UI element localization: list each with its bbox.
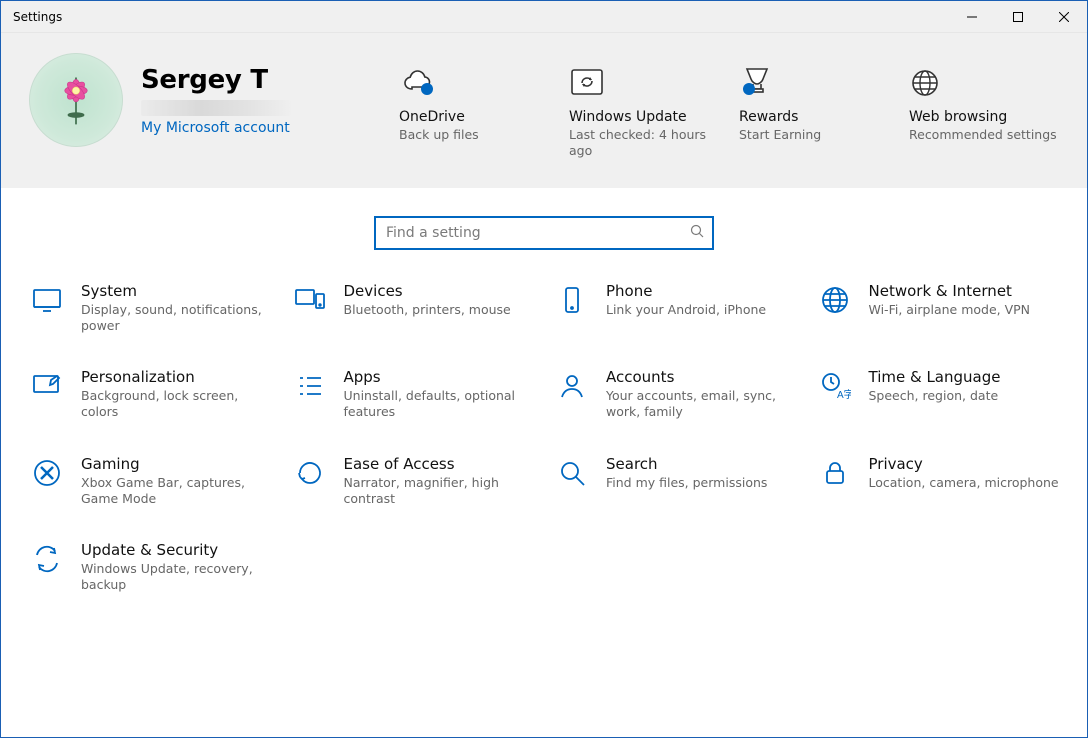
category-ease-of-access[interactable]: Ease of Access Narrator, magnifier, high… <box>292 455 535 508</box>
category-title: Ease of Access <box>344 455 535 473</box>
banner-windows-update[interactable]: Windows Update Last checked: 4 hours ago <box>569 59 719 160</box>
privacy-icon <box>817 455 853 491</box>
rewards-icon <box>739 59 889 99</box>
banner-rewards[interactable]: Rewards Start Earning <box>739 59 889 160</box>
search-category-icon <box>554 455 590 491</box>
gaming-icon <box>29 455 65 491</box>
category-time-language[interactable]: A字 Time & Language Speech, region, date <box>817 368 1060 421</box>
search-box[interactable] <box>374 216 714 250</box>
profile-name: Sergey T <box>141 65 291 95</box>
category-sub: Location, camera, microphone <box>869 475 1059 491</box>
windows-update-icon <box>569 59 719 99</box>
devices-icon <box>292 282 328 318</box>
category-sub: Background, lock screen, colors <box>81 388 272 421</box>
category-sub: Link your Android, iPhone <box>606 302 766 318</box>
category-sub: Find my files, permissions <box>606 475 767 491</box>
window-controls <box>949 1 1087 33</box>
category-title: Apps <box>344 368 535 386</box>
category-sub: Display, sound, notifications, power <box>81 302 272 335</box>
category-title: Privacy <box>869 455 1059 473</box>
search-input[interactable] <box>386 225 690 241</box>
titlebar: Settings <box>1 1 1087 33</box>
category-title: Accounts <box>606 368 797 386</box>
category-phone[interactable]: Phone Link your Android, iPhone <box>554 282 797 335</box>
category-search[interactable]: Search Find my files, permissions <box>554 455 797 508</box>
avatar <box>29 53 123 147</box>
category-sub: Windows Update, recovery, backup <box>81 561 272 594</box>
category-title: Personalization <box>81 368 272 386</box>
maximize-button[interactable] <box>995 1 1041 33</box>
onedrive-icon <box>399 59 549 99</box>
category-sub: Narrator, magnifier, high contrast <box>344 475 535 508</box>
category-title: Update & Security <box>81 541 272 559</box>
category-title: Devices <box>344 282 511 300</box>
banner-onedrive-sub: Back up files <box>399 127 549 143</box>
account-banner: Sergey T My Microsoft account OneDrive B… <box>1 33 1087 188</box>
category-personalization[interactable]: Personalization Background, lock screen,… <box>29 368 272 421</box>
banner-update-title: Windows Update <box>569 109 719 125</box>
category-sub: Bluetooth, printers, mouse <box>344 302 511 318</box>
close-button[interactable] <box>1041 1 1087 33</box>
settings-grid: System Display, sound, notifications, po… <box>1 274 1087 622</box>
category-title: Gaming <box>81 455 272 473</box>
minimize-button[interactable] <box>949 1 995 33</box>
category-sub: Xbox Game Bar, captures, Game Mode <box>81 475 272 508</box>
category-title: Search <box>606 455 767 473</box>
profile-email-redacted <box>141 100 291 116</box>
category-title: Time & Language <box>869 368 1001 386</box>
banner-browsing-sub: Recommended settings <box>909 127 1059 143</box>
ease-of-access-icon <box>292 455 328 491</box>
update-security-icon <box>29 541 65 577</box>
category-devices[interactable]: Devices Bluetooth, printers, mouse <box>292 282 535 335</box>
banner-onedrive[interactable]: OneDrive Back up files <box>399 59 549 160</box>
category-title: System <box>81 282 272 300</box>
banner-browsing-title: Web browsing <box>909 109 1059 125</box>
banner-rewards-sub: Start Earning <box>739 127 889 143</box>
time-language-icon: A字 <box>817 368 853 404</box>
system-icon <box>29 282 65 318</box>
window-title: Settings <box>1 10 949 24</box>
category-accounts[interactable]: Accounts Your accounts, email, sync, wor… <box>554 368 797 421</box>
category-title: Phone <box>606 282 766 300</box>
category-update-security[interactable]: Update & Security Windows Update, recove… <box>29 541 272 594</box>
banner-rewards-title: Rewards <box>739 109 889 125</box>
profile-block[interactable]: Sergey T My Microsoft account <box>29 53 369 147</box>
phone-icon <box>554 282 590 318</box>
category-sub: Wi-Fi, airplane mode, VPN <box>869 302 1031 318</box>
category-apps[interactable]: Apps Uninstall, defaults, optional featu… <box>292 368 535 421</box>
search-row <box>1 188 1087 274</box>
category-system[interactable]: System Display, sound, notifications, po… <box>29 282 272 335</box>
category-gaming[interactable]: Gaming Xbox Game Bar, captures, Game Mod… <box>29 455 272 508</box>
network-icon <box>817 282 853 318</box>
banner-update-sub: Last checked: 4 hours ago <box>569 127 719 160</box>
globe-icon <box>909 59 1059 99</box>
accounts-icon <box>554 368 590 404</box>
banner-web-browsing[interactable]: Web browsing Recommended settings <box>909 59 1059 160</box>
banner-tiles: OneDrive Back up files Windows Update La… <box>399 53 1059 160</box>
my-microsoft-account-link[interactable]: My Microsoft account <box>141 120 290 136</box>
category-sub: Your accounts, email, sync, work, family <box>606 388 797 421</box>
category-title: Network & Internet <box>869 282 1031 300</box>
category-sub: Uninstall, defaults, optional features <box>344 388 535 421</box>
category-network[interactable]: Network & Internet Wi-Fi, airplane mode,… <box>817 282 1060 335</box>
svg-text:A字: A字 <box>837 388 851 401</box>
personalization-icon <box>29 368 65 404</box>
banner-onedrive-title: OneDrive <box>399 109 549 125</box>
search-icon <box>690 224 704 242</box>
category-privacy[interactable]: Privacy Location, camera, microphone <box>817 455 1060 508</box>
apps-icon <box>292 368 328 404</box>
category-sub: Speech, region, date <box>869 388 1001 404</box>
